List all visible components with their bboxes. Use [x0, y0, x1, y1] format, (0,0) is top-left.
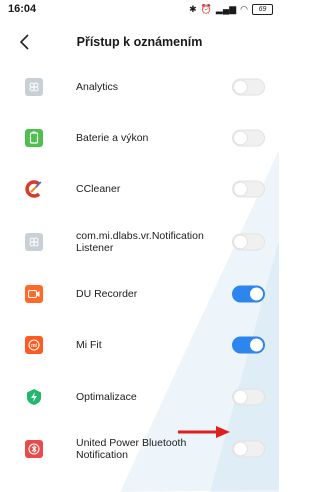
toggle-switch[interactable] [232, 440, 265, 458]
app-name: CCleaner [76, 182, 121, 195]
camera-icon [25, 285, 43, 304]
list-item-ccleaner[interactable]: CCleaner [0, 163, 279, 214]
annotation-arrow-icon [178, 426, 230, 438]
lightning-icon [25, 388, 43, 406]
app-name: Optimalizace [76, 390, 137, 403]
toggle-switch[interactable] [232, 180, 265, 198]
toggle-switch[interactable] [232, 129, 265, 147]
bluetooth-status-icon: ✱ [189, 4, 197, 14]
list-item-du-recorder[interactable]: DU Recorder [0, 269, 279, 320]
toggle-knob [234, 390, 247, 404]
toggle-knob [250, 287, 263, 301]
app-list: Analytics Baterie a výkon CCleaner com.m… [0, 61, 279, 476]
list-item-baterie-a-vykon[interactable]: Baterie a výkon [0, 112, 279, 163]
mi-fit-icon: mi [25, 336, 43, 355]
app-name: com.mi.dlabs.vr.Notification Listener [76, 229, 204, 254]
wifi-icon: ◠ [240, 4, 248, 14]
app-name: Baterie a výkon [76, 131, 149, 144]
list-item-united-power-bluetooth[interactable]: United Power Bluetooth Notification [0, 422, 279, 476]
toggle-knob [234, 131, 247, 145]
battery-icon [25, 128, 43, 147]
list-item-optimalizace[interactable]: Optimalizace [0, 371, 279, 422]
app-name: Mi Fit [76, 339, 102, 352]
status-bar: 16:04 ✱ ⏰ ▂▄▆ ◠ 69 [0, 0, 279, 20]
generic-app-icon [25, 232, 43, 251]
generic-app-icon [25, 77, 43, 96]
toggle-knob [234, 80, 247, 94]
toggle-knob [234, 235, 247, 249]
list-item-notification-listener[interactable]: com.mi.dlabs.vr.Notification Listener [0, 215, 279, 269]
app-name: DU Recorder [76, 288, 138, 301]
app-name: United Power Bluetooth Notification [76, 437, 187, 462]
alarm-icon: ⏰ [200, 4, 212, 14]
page-title: Přístup k oznámením [76, 35, 203, 49]
toggle-switch[interactable] [232, 285, 265, 303]
bluetooth-icon [25, 440, 43, 459]
toggle-knob [234, 182, 247, 196]
battery-status: 69 [252, 4, 273, 15]
toggle-switch[interactable] [232, 78, 265, 96]
app-name: Analytics [76, 80, 119, 93]
status-time: 16:04 [8, 3, 37, 15]
signal-icon: ▂▄▆ [215, 4, 237, 14]
ccleaner-icon [25, 180, 43, 198]
svg-text:mi: mi [31, 343, 37, 349]
toggle-switch[interactable] [232, 388, 265, 406]
header: Přístup k oznámením [0, 22, 279, 64]
toggle-switch[interactable] [232, 233, 265, 251]
toggle-knob [234, 442, 247, 456]
status-icons: ✱ ⏰ ▂▄▆ ◠ 69 [189, 4, 273, 15]
toggle-switch[interactable] [232, 336, 265, 354]
list-item-analytics[interactable]: Analytics [0, 61, 279, 112]
list-item-mi-fit[interactable]: mi Mi Fit [0, 320, 279, 371]
toggle-knob [250, 338, 263, 352]
